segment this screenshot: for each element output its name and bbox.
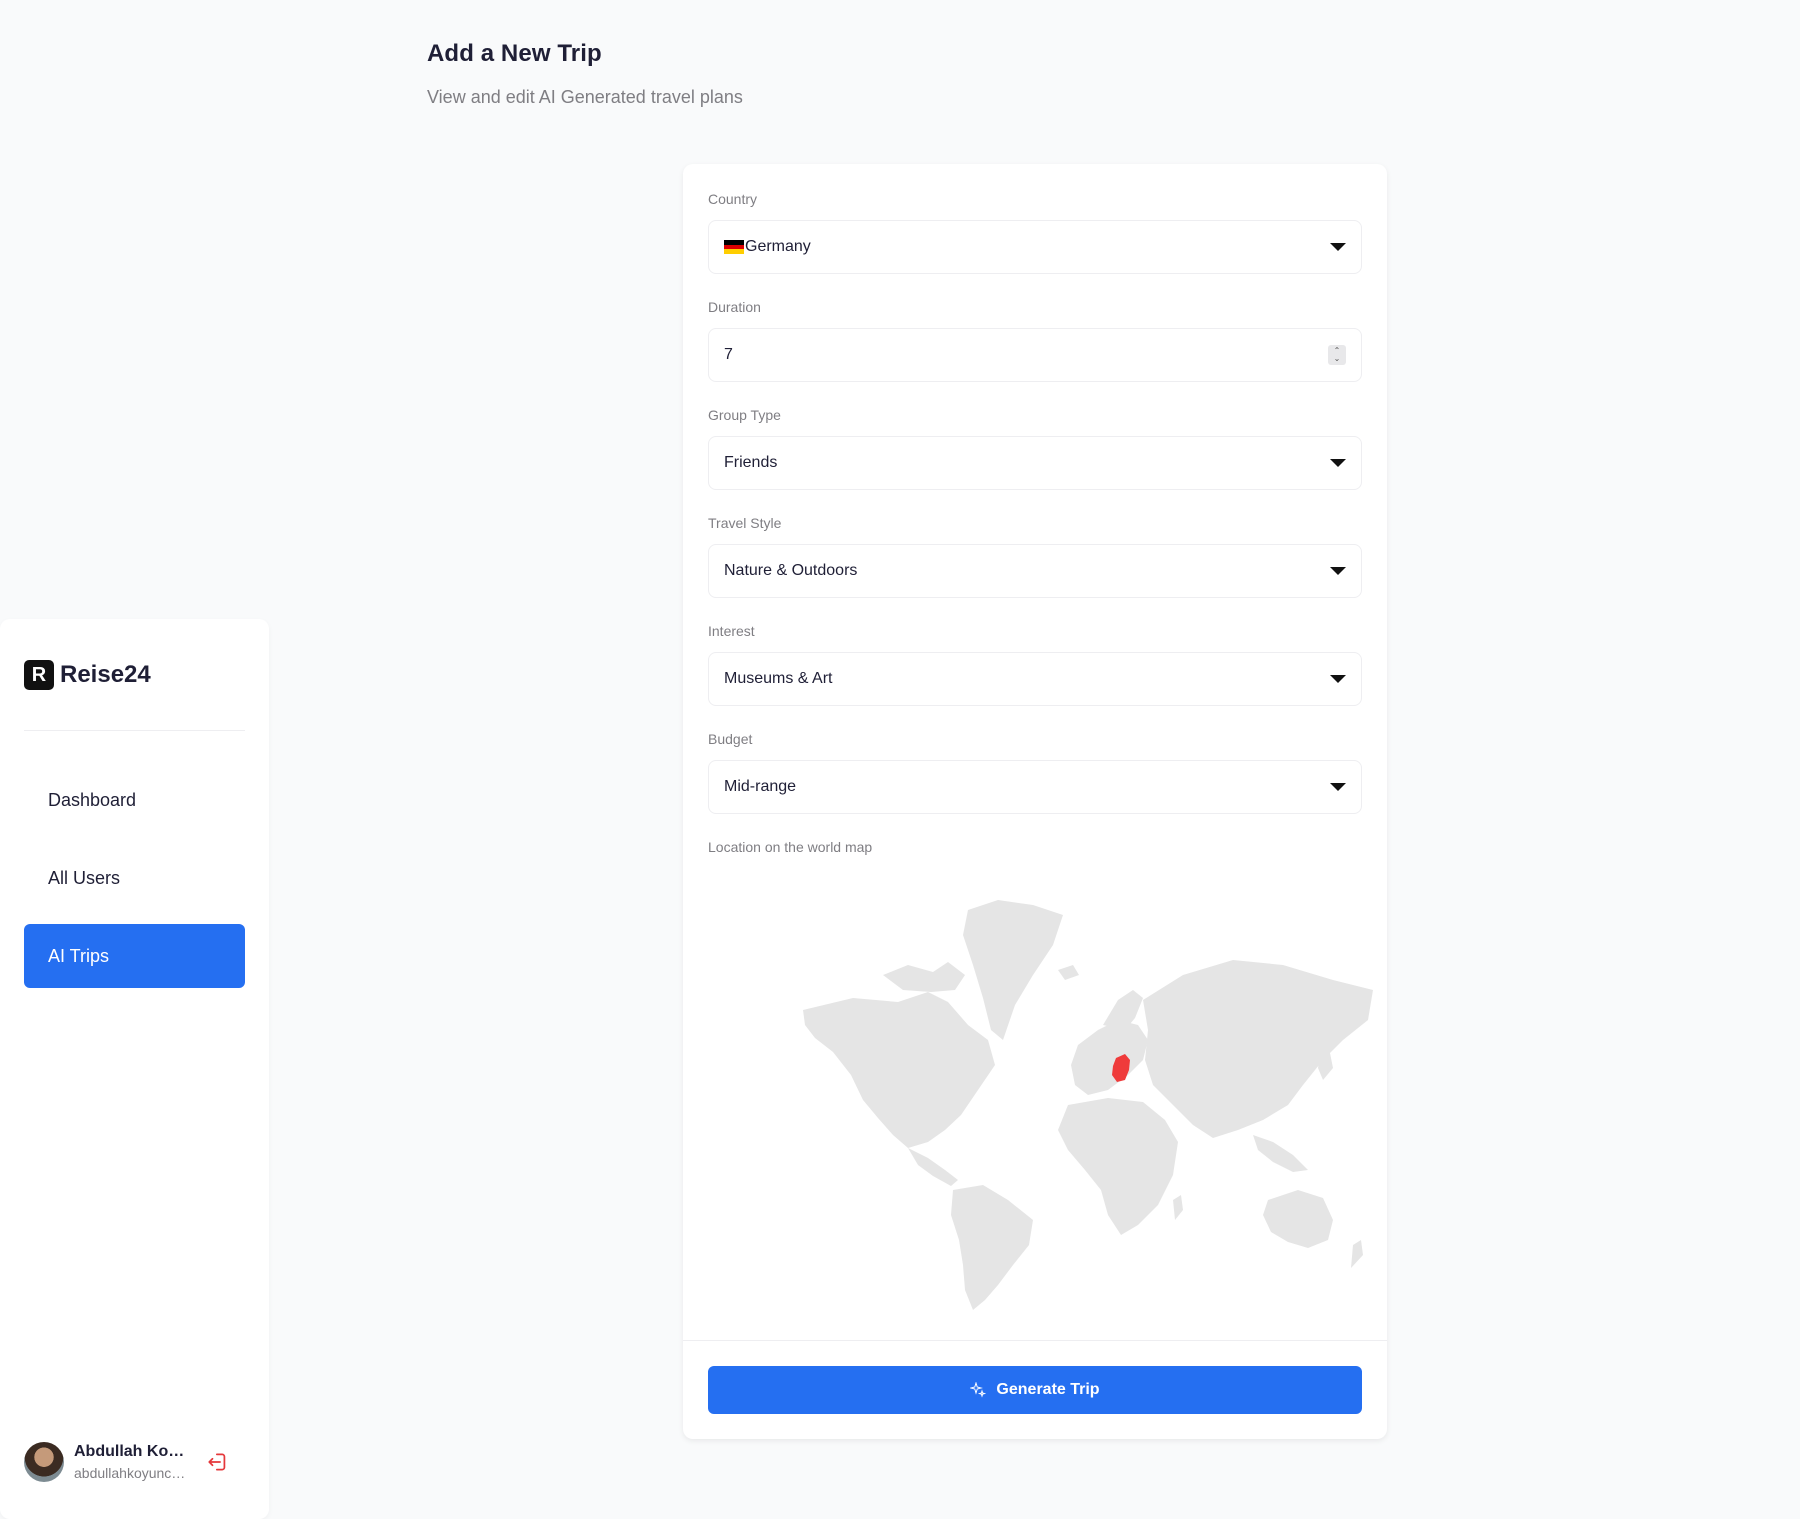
user-name: Abdullah Koyuncu — [74, 1443, 192, 1460]
country-select[interactable]: Germany — [708, 220, 1362, 274]
logout-icon[interactable] — [206, 1449, 232, 1475]
sparkle-icon — [970, 1382, 987, 1398]
trip-form-card: Country Germany Duration 7 ⌃ ⌄ Group Type… — [683, 164, 1387, 1439]
interest-label: Interest — [708, 623, 755, 639]
iceland-shape — [1058, 965, 1079, 980]
chevron-down-icon — [1330, 783, 1346, 791]
generate-trip-button[interactable]: Generate Trip — [708, 1366, 1362, 1414]
germany-flag-icon — [724, 240, 744, 255]
budget-select[interactable]: Mid-range — [708, 760, 1362, 814]
sidebar-item-label: AI Trips — [48, 945, 110, 966]
brand-logo[interactable]: R Reise24 — [24, 660, 151, 690]
asia-shape — [1143, 960, 1373, 1138]
duration-input-value: 7 — [724, 346, 733, 363]
interest-select-value: Museums & Art — [724, 670, 833, 687]
canadian-arctic-shape — [883, 962, 965, 992]
australia-shape — [1263, 1190, 1333, 1248]
greenland-shape — [963, 900, 1063, 1040]
sidebar-item-all-users[interactable]: All Users — [24, 846, 245, 910]
new-zealand-shape — [1351, 1240, 1363, 1268]
budget-label: Budget — [708, 731, 753, 747]
card-divider — [683, 1340, 1387, 1341]
sidebar: R Reise24 Dashboard All Users AI Trips A… — [0, 619, 269, 1519]
user-profile: Abdullah Koyuncu abdullahkoyuncu@gmail.c… — [24, 1442, 232, 1482]
number-stepper-icon[interactable]: ⌃ ⌄ — [1328, 345, 1346, 365]
duration-input[interactable]: 7 ⌃ ⌄ — [708, 328, 1362, 382]
group-type-select[interactable]: Friends — [708, 436, 1362, 490]
sidebar-item-label: All Users — [48, 867, 121, 888]
generate-trip-label: Generate Trip — [996, 1381, 1100, 1398]
brand-name: Reise24 — [60, 661, 151, 688]
southeast-asia-shape — [1253, 1135, 1308, 1172]
travel-style-label: Travel Style — [708, 515, 782, 531]
duration-label: Duration — [708, 299, 761, 315]
central-america-shape — [908, 1148, 958, 1186]
travel-style-select-value: Nature & Outdoors — [724, 562, 858, 579]
group-type-select-value: Friends — [724, 454, 778, 471]
north-america-shape — [803, 992, 995, 1148]
world-map[interactable] — [733, 880, 1373, 1310]
europe-shape — [1071, 1020, 1148, 1095]
user-email: abdullahkoyuncu@gmail.com — [74, 1465, 192, 1481]
africa-shape — [1058, 1098, 1178, 1235]
country-select-value: Germany — [745, 238, 811, 255]
country-label: Country — [708, 191, 758, 207]
page-header: Add a New Trip View and edit AI Generate… — [427, 40, 743, 108]
map-label: Location on the world map — [708, 839, 873, 855]
group-type-label: Group Type — [708, 407, 781, 423]
page-subtitle: View and edit AI Generated travel plans — [427, 87, 743, 107]
sidebar-item-label: Dashboard — [48, 789, 137, 810]
chevron-down-icon — [1330, 567, 1346, 575]
sidebar-item-dashboard[interactable]: Dashboard — [24, 768, 245, 832]
travel-style-select[interactable]: Nature & Outdoors — [708, 544, 1362, 598]
budget-select-value: Mid-range — [724, 778, 797, 795]
page-title: Add a New Trip — [427, 40, 602, 67]
madagascar-shape — [1173, 1195, 1183, 1220]
chevron-down-icon — [1330, 675, 1346, 683]
user-info: Abdullah Koyuncu abdullahkoyuncu@gmail.c… — [74, 1443, 192, 1481]
scandinavia-shape — [1103, 990, 1143, 1030]
sidebar-divider — [24, 730, 245, 731]
avatar — [24, 1442, 64, 1482]
chevron-down-icon — [1330, 459, 1346, 467]
chevron-down-icon — [1330, 243, 1346, 251]
logo-icon: R — [24, 660, 54, 690]
south-america-shape — [951, 1185, 1033, 1310]
sidebar-item-ai-trips[interactable]: AI Trips — [24, 924, 245, 988]
interest-select[interactable]: Museums & Art — [708, 652, 1362, 706]
